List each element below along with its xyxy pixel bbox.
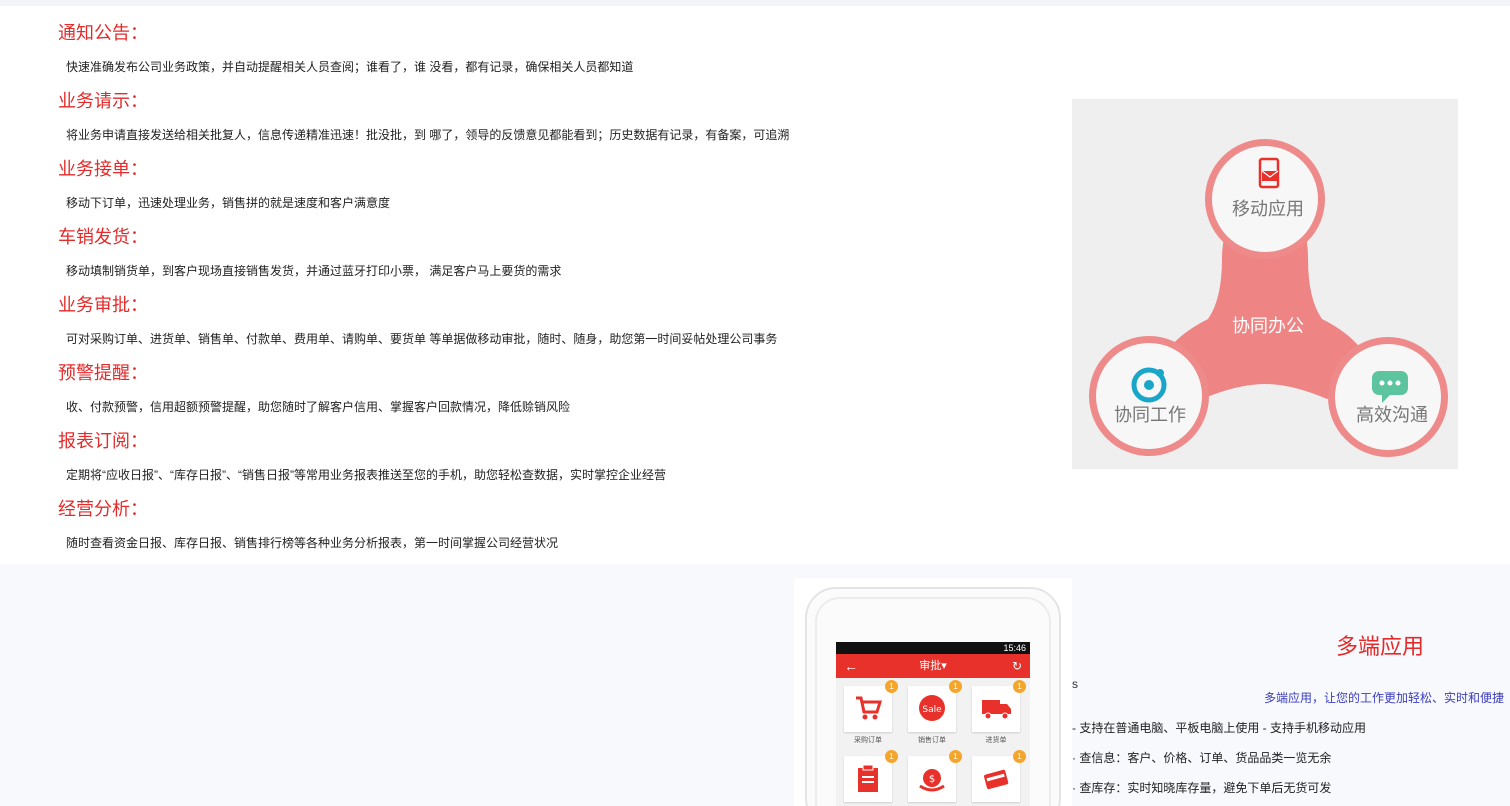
top-label: 移动应用 xyxy=(1232,199,1304,220)
tile-purchase-receipt[interactable]: 1 xyxy=(972,680,1026,732)
card-icon xyxy=(984,769,1009,790)
right-label: 高效沟通 xyxy=(1356,405,1428,426)
center-label: 协同办公 xyxy=(1232,316,1304,337)
multi-platform-title: 多端应用 xyxy=(1336,634,1425,659)
tile-sales-order[interactable]: Sale 1 xyxy=(908,680,962,732)
left-disc xyxy=(1096,343,1202,449)
svg-text:$: $ xyxy=(929,774,935,785)
spinner-graphic: 移动应用 协同工作 高效沟通 协同办公 xyxy=(1089,139,1448,457)
cart-icon xyxy=(856,696,882,720)
tile-label-purchase: 采购订单 xyxy=(854,737,882,744)
clipboard-icon xyxy=(858,764,878,792)
feature-desc-analysis: 随时查看资金日报、库存日报、销售排行榜等各种业务分析报表，第一时间掌握公司经营状… xyxy=(66,536,559,550)
tile-money[interactable]: $ 1 xyxy=(908,750,962,802)
feature-title-notice: 通知公告： xyxy=(58,23,148,43)
tile-label-receipt: 进货单 xyxy=(985,737,1007,744)
tile-label-sales: 销售订单 xyxy=(918,737,946,744)
collaboration-diagram: 移动应用 协同工作 高效沟通 协同办公 xyxy=(1072,99,1458,469)
stray-text: s xyxy=(1072,677,1078,691)
feature-title-delivery: 车销发货： xyxy=(58,227,148,247)
multi-line-info: · 查信息：客户、价格、订单、货品品类一览无余 xyxy=(1072,751,1332,765)
tile-badge: 1 xyxy=(949,680,962,693)
tile-badge: 1 xyxy=(1013,680,1026,693)
feature-desc-report: 定期将“应收日报”、“库存日报”、“销售日报”等常用业务报表推送至您的手机，助您… xyxy=(66,468,666,482)
feature-title-order: 业务接单： xyxy=(58,159,148,179)
svg-text:Sale: Sale xyxy=(922,705,942,715)
phone-mockup: 15:46 ← 审批▾ ↻ 1 采购订单 Sale 1 销售订单 1 进货单 1… xyxy=(794,578,1072,806)
multi-line-devices: - 支持在普通电脑、平板电脑上使用 - 支持手机移动应用 xyxy=(1072,721,1366,735)
app-header: ← 审批▾ ↻ xyxy=(836,654,1030,678)
feature-title-alert: 预警提醒： xyxy=(58,363,148,383)
feature-desc-approval: 可对采购订单、进货单、销售单、付款单、费用单、请购单、要货单 等单据做移动审批，… xyxy=(66,332,778,346)
feature-title-approval: 业务审批： xyxy=(58,295,148,315)
refresh-icon[interactable]: ↻ xyxy=(1012,654,1022,678)
feature-desc-alert: 收、付款预警，信用超额预警提醒，助您随时了解客户信用、掌握客户回款情况，降低赊销… xyxy=(66,400,571,414)
money-bag-icon: $ xyxy=(919,769,945,792)
tile-badge: 1 xyxy=(949,750,962,763)
sale-icon: Sale xyxy=(919,695,945,721)
left-label: 协同工作 xyxy=(1114,405,1186,426)
feature-title-analysis: 经营分析： xyxy=(58,499,148,519)
feature-desc-order: 移动下订单，迅速处理业务，销售拼的就是速度和客户满意度 xyxy=(66,196,391,210)
feature-desc-delivery: 移动填制销货单，到客户现场直接销售发货，并通过蓝牙打印小票， 满足客户马上要货的… xyxy=(66,264,562,278)
truck-icon xyxy=(982,700,1011,720)
tile-clipboard[interactable]: 1 xyxy=(844,750,898,802)
tile-badge: 1 xyxy=(1013,750,1026,763)
tile-purchase-order[interactable]: 1 xyxy=(844,680,898,732)
feature-title-report: 报表订阅： xyxy=(58,431,148,451)
tile-card[interactable]: 1 xyxy=(972,750,1026,802)
feature-title-request: 业务请示： xyxy=(58,91,148,111)
status-time: 15:46 xyxy=(1003,643,1026,653)
tile-badge: 1 xyxy=(885,680,898,693)
phone-screen: 15:46 ← 审批▾ ↻ 1 采购订单 Sale 1 销售订单 1 进货单 1… xyxy=(836,642,1030,806)
feature-desc-notice: 快速准确发布公司业务政策，并自动提醒相关人员查阅；谁看了，谁 没看，都有记录，确… xyxy=(66,60,634,74)
tile-badge: 1 xyxy=(885,750,898,763)
app-header-title[interactable]: 审批▾ xyxy=(836,654,1030,678)
multi-line-stock: · 查库存：实时知晓库存量，避免下单后无货可发 xyxy=(1072,781,1332,795)
status-bar: 15:46 xyxy=(836,642,1030,654)
multi-platform-subtitle: 多端应用，让您的工作更加轻松、实时和便捷 xyxy=(1263,691,1504,705)
feature-desc-request: 将业务申请直接发送给相关批复人，信息传递精准迅速！批没批，到 哪了，领导的反馈意… xyxy=(66,128,790,142)
